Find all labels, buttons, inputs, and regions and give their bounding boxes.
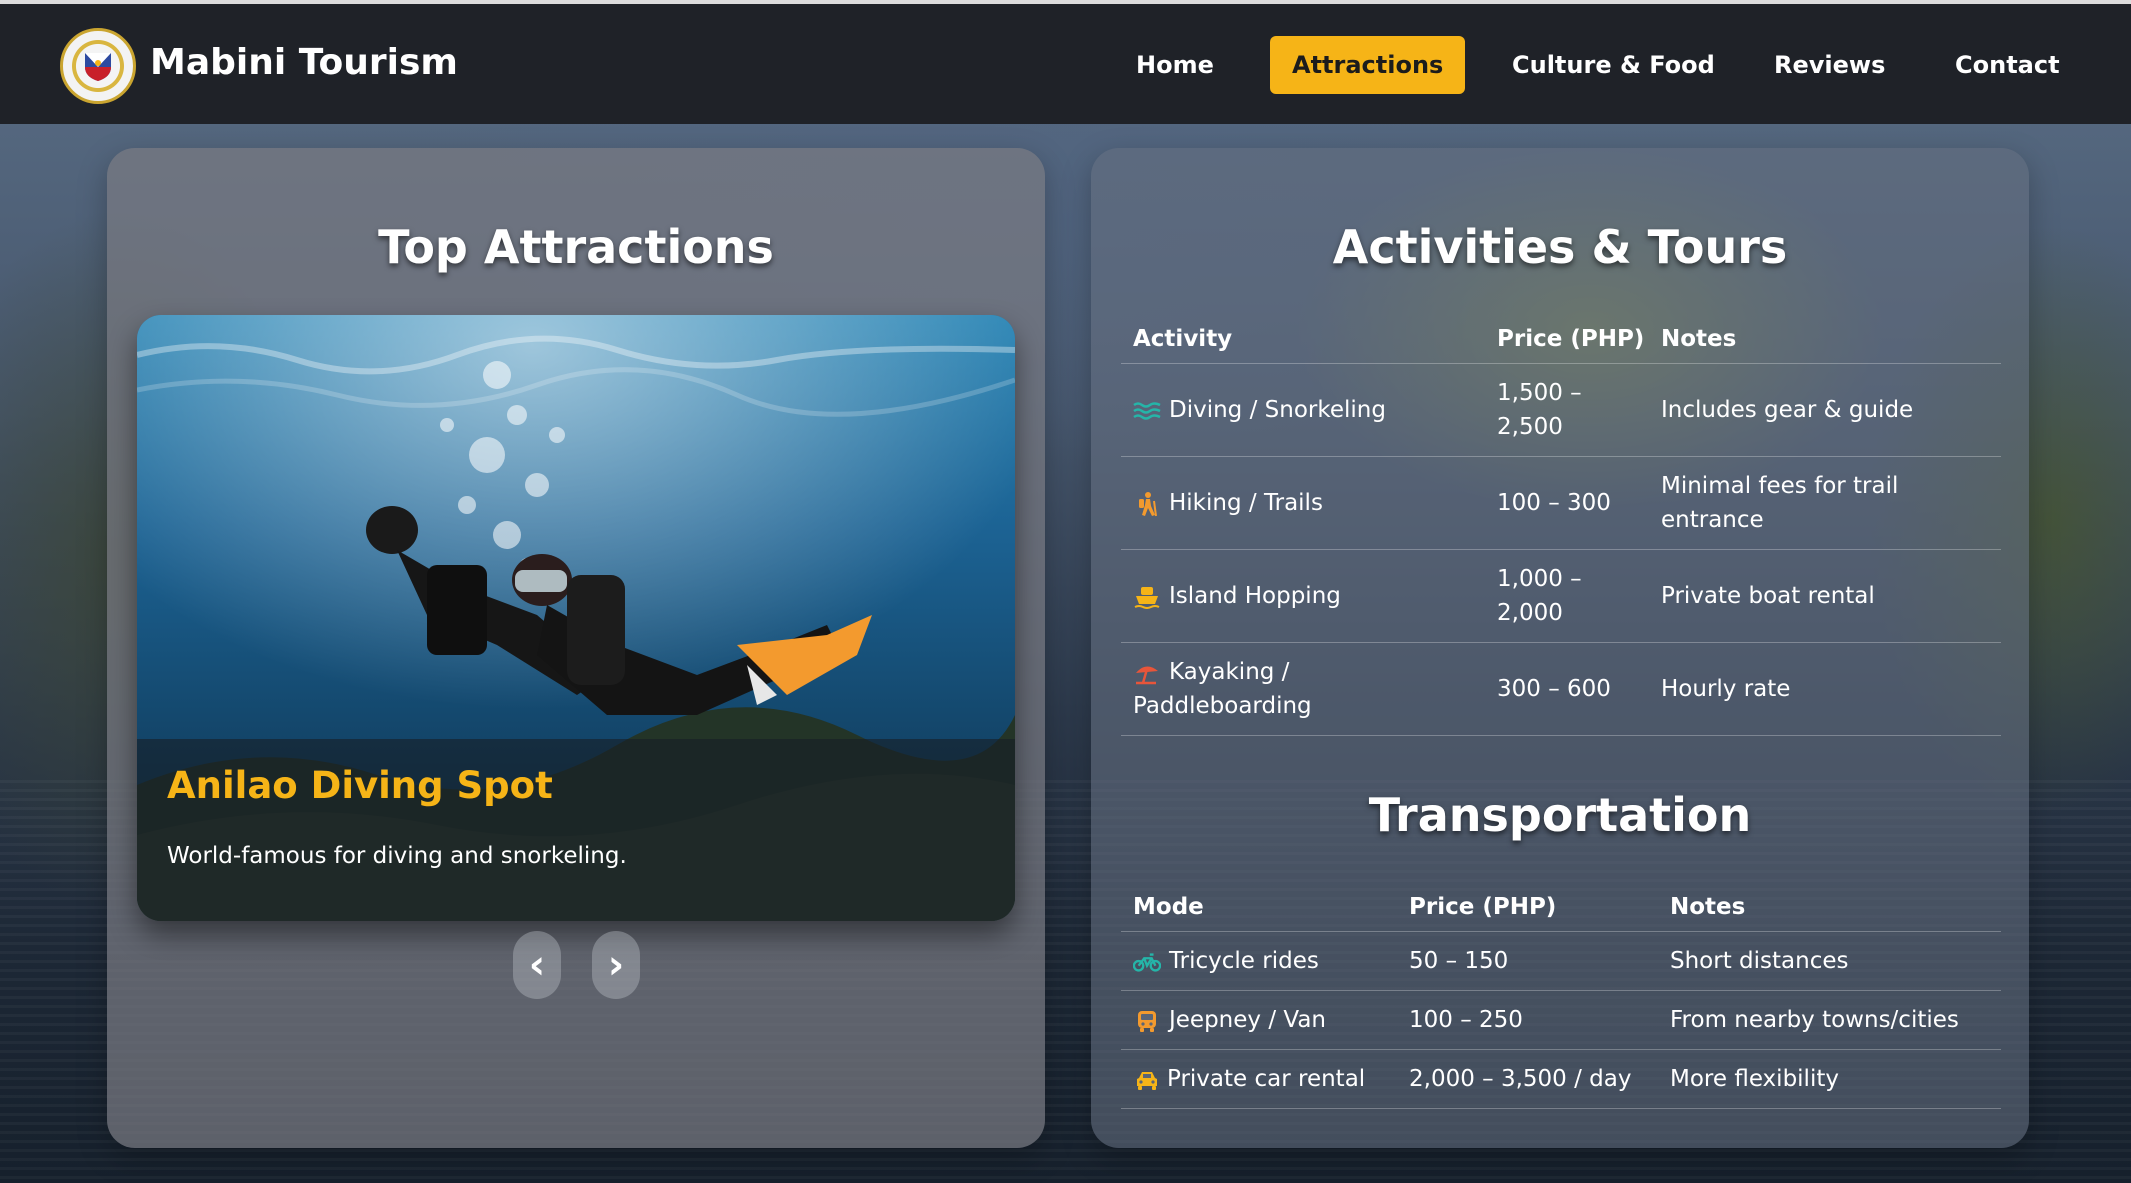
- price-line: 1,500 –: [1497, 380, 1582, 406]
- top-border: [0, 0, 2131, 4]
- transportation-title: Transportation: [1368, 788, 1752, 842]
- activity-name: Hiking / Trails: [1169, 490, 1323, 516]
- attractions-title: Top Attractions: [378, 220, 774, 274]
- attraction-carousel-card[interactable]: Anilao Diving Spot World-famous for divi…: [137, 315, 1015, 921]
- shield-icon: [85, 53, 111, 81]
- activity-name: Kayaking /: [1169, 659, 1290, 685]
- mode-cell: Tricycle rides: [1133, 944, 1319, 978]
- activity-cell: Kayaking / Paddleboarding: [1133, 655, 1312, 723]
- table-row: Hiking / Trails 100 – 300 Minimal fees f…: [1121, 457, 2001, 550]
- notes-cell: Private boat rental: [1661, 583, 1875, 609]
- col-price: Price (PHP): [1409, 894, 1557, 920]
- transportation-table: Mode Price (PHP) Notes Tricycle rides 50…: [1121, 886, 2001, 1109]
- info-panel: Activities & Tours Activity Price (PHP) …: [1091, 148, 2029, 1148]
- nav-attractions[interactable]: Attractions: [1270, 36, 1466, 94]
- navbar: Mabini Tourism Home Attractions Culture …: [0, 4, 2131, 124]
- price-cell: 2,000 – 3,500 / day: [1409, 1066, 1632, 1092]
- price-cell: 1,000 – 2,000: [1497, 562, 1582, 630]
- mode-cell: Private car rental: [1133, 1062, 1365, 1096]
- activities-header-row: Activity Price (PHP) Notes: [1121, 318, 2001, 364]
- notes-line: Minimal fees for trail: [1661, 473, 1899, 499]
- price-cell: 100 – 300: [1497, 490, 1611, 516]
- price-line: 2,500: [1497, 414, 1563, 440]
- car-icon: [1137, 1071, 1157, 1090]
- table-row: Tricycle rides 50 – 150 Short distances: [1121, 932, 2001, 991]
- notes-cell: Minimal fees for trail entrance: [1661, 469, 1898, 537]
- notes-cell: Short distances: [1670, 948, 1849, 974]
- mode-name: Tricycle rides: [1169, 948, 1319, 974]
- col-notes: Notes: [1670, 894, 1746, 920]
- notes-cell: More flexibility: [1670, 1066, 1839, 1092]
- activity-name: Island Hopping: [1169, 583, 1341, 609]
- price-cell: 1,500 – 2,500: [1497, 376, 1582, 444]
- mode-name: Private car rental: [1167, 1066, 1366, 1092]
- waves-icon: [1133, 401, 1161, 420]
- col-notes: Notes: [1661, 326, 1737, 352]
- price-line: 2,000: [1497, 600, 1563, 626]
- nav-contact[interactable]: Contact: [1933, 36, 2082, 94]
- brand-title[interactable]: Mabini Tourism: [150, 42, 458, 83]
- carousel-prev-button[interactable]: ‹: [513, 931, 561, 999]
- notes-cell: From nearby towns/cities: [1670, 1007, 1959, 1033]
- price-line: 1,000 –: [1497, 566, 1582, 592]
- municipal-seal-logo[interactable]: [60, 28, 136, 104]
- activity-cell: Diving / Snorkeling: [1133, 393, 1386, 427]
- mode-cell: Jeepney / Van: [1133, 1003, 1326, 1037]
- col-mode: Mode: [1133, 894, 1204, 920]
- nav-culture-food[interactable]: Culture & Food: [1490, 36, 1737, 94]
- col-activity: Activity: [1133, 326, 1233, 352]
- table-row: Jeepney / Van 100 – 250 From nearby town…: [1121, 991, 2001, 1050]
- col-price: Price (PHP): [1497, 326, 1645, 352]
- nav-reviews[interactable]: Reviews: [1752, 36, 1907, 94]
- activity-name: Diving / Snorkeling: [1169, 397, 1386, 423]
- table-row: Island Hopping 1,000 – 2,000 Private boa…: [1121, 550, 2001, 643]
- activity-cell: Island Hopping: [1133, 579, 1341, 613]
- table-row: Diving / Snorkeling 1,500 – 2,500 Includ…: [1121, 364, 2001, 457]
- transport-header-row: Mode Price (PHP) Notes: [1121, 886, 2001, 932]
- activity-cell: Hiking / Trails: [1133, 486, 1323, 520]
- activities-table: Activity Price (PHP) Notes Diving / Snor…: [1121, 318, 2001, 736]
- table-row: Private car rental 2,000 – 3,500 / day M…: [1121, 1050, 2001, 1109]
- attractions-panel: Top Attractions Anilao Diving Spot World…: [107, 148, 1045, 1148]
- activity-name-line2: Paddleboarding: [1133, 693, 1312, 719]
- motorcycle-icon: [1133, 952, 1161, 972]
- beach-umbrella-icon: [1136, 665, 1158, 684]
- bus-icon: [1138, 1010, 1156, 1032]
- hiking-icon: [1139, 491, 1157, 516]
- table-row: Kayaking / Paddleboarding 300 – 600 Hour…: [1121, 643, 2001, 736]
- price-cell: 300 – 600: [1497, 676, 1611, 702]
- attraction-name: Anilao Diving Spot: [167, 764, 553, 807]
- price-cell: 100 – 250: [1409, 1007, 1523, 1033]
- notes-cell: Includes gear & guide: [1661, 397, 1914, 423]
- activities-title: Activities & Tours: [1332, 220, 1788, 274]
- ship-icon: [1134, 586, 1160, 609]
- attraction-description: World-famous for diving and snorkeling.: [167, 843, 627, 869]
- notes-line: entrance: [1661, 507, 1764, 533]
- nav-home[interactable]: Home: [1114, 36, 1236, 94]
- mode-name: Jeepney / Van: [1169, 1007, 1327, 1033]
- price-cell: 50 – 150: [1409, 948, 1509, 974]
- notes-cell: Hourly rate: [1661, 676, 1791, 702]
- carousel-next-button[interactable]: ›: [592, 931, 640, 999]
